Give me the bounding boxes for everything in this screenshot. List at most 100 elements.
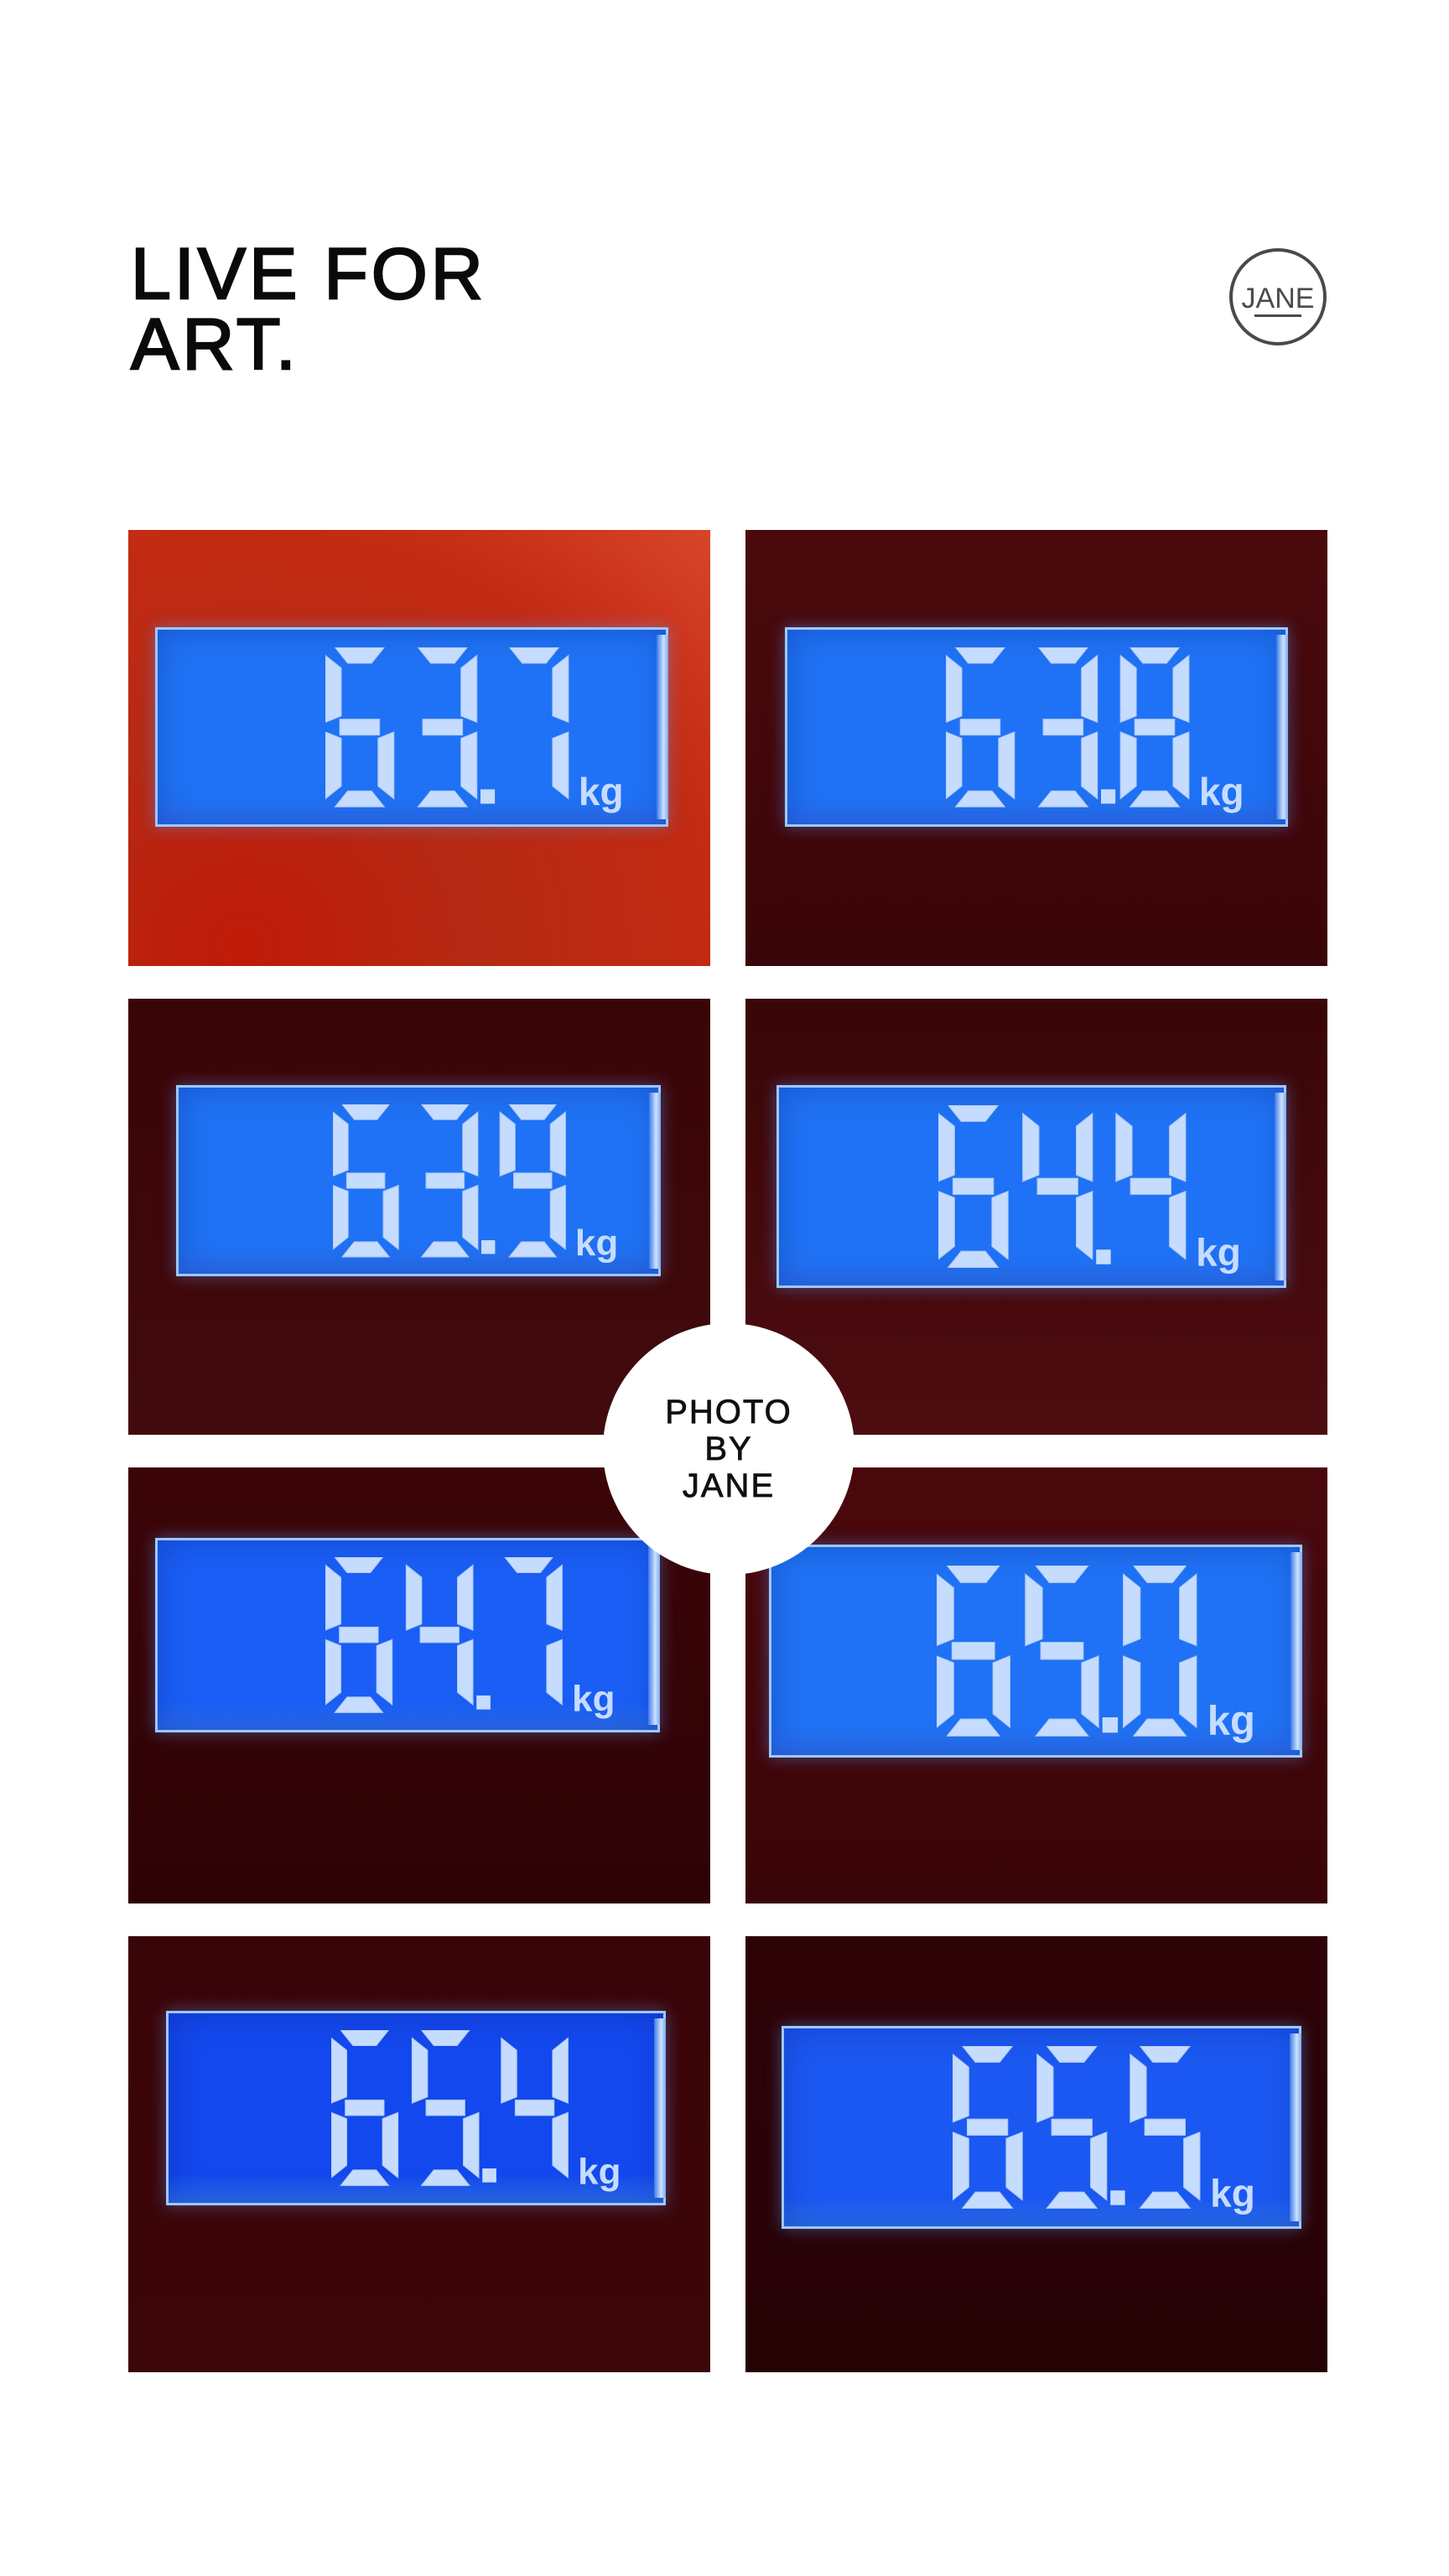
lcd-segment — [331, 2037, 348, 2104]
lcd-segment — [1114, 1112, 1133, 1182]
scale-photo-4: kg — [745, 999, 1327, 1435]
weight-readout: kg — [937, 1105, 1240, 1275]
scale-display: kg — [176, 1085, 661, 1276]
lcd-segment — [1089, 2132, 1108, 2202]
display-edge — [657, 635, 668, 819]
lcd-segment — [325, 1639, 342, 1706]
lcd-segment — [460, 730, 478, 800]
lcd-segment — [339, 718, 380, 736]
decimal-point — [482, 2168, 497, 2183]
lcd-segment — [340, 2030, 390, 2047]
lcd-segment — [501, 2037, 518, 2105]
lcd-digit — [405, 1564, 474, 1706]
lcd-segment — [952, 2132, 969, 2201]
lcd-segment — [549, 1111, 566, 1177]
unit-label: kg — [579, 770, 624, 813]
lcd-segment — [1171, 654, 1189, 724]
lcd-segment — [334, 647, 385, 664]
lcd-segment — [1036, 790, 1088, 808]
lcd-segment — [951, 1642, 995, 1660]
lcd-segment — [340, 1241, 391, 1258]
lcd-segment — [508, 1104, 557, 1120]
lcd-segment — [1042, 718, 1083, 736]
scale-display: kg — [166, 2011, 666, 2205]
weight-readout: kg — [325, 647, 624, 813]
lcd-segment — [952, 2054, 969, 2123]
display-edge — [649, 1093, 661, 1269]
lcd-digit — [945, 647, 1015, 808]
badge-line-1: PHOTO — [665, 1394, 792, 1431]
lcd-segment — [332, 1184, 349, 1250]
lcd-segment — [382, 2111, 399, 2179]
lcd-segment — [334, 790, 386, 808]
lcd-segment — [546, 1639, 563, 1706]
weight-readout: kg — [325, 1557, 615, 1720]
unit-label: kg — [1198, 770, 1244, 813]
lcd-segment — [332, 1111, 349, 1177]
display-edge — [1290, 2033, 1301, 2221]
lcd-segment — [1130, 1177, 1171, 1196]
lcd-segment — [515, 2100, 555, 2116]
logo-underline — [1254, 314, 1301, 317]
lcd-segment — [945, 731, 963, 800]
lcd-segment — [504, 1557, 553, 1574]
badge-line-3: JANE — [682, 1467, 776, 1505]
decimal-point — [480, 1239, 496, 1254]
unit-label: kg — [1210, 2172, 1255, 2215]
page-title: LIVE FOR ART. — [130, 237, 486, 382]
lcd-segment — [1119, 730, 1137, 800]
display-edge — [1291, 1552, 1302, 1750]
scale-photo-2: kg — [745, 530, 1327, 966]
lcd-segment — [1036, 1177, 1078, 1196]
lcd-digit — [1122, 1566, 1197, 1737]
lcd-segment — [1132, 1718, 1187, 1737]
lcd-segment — [376, 1639, 393, 1706]
lcd-segment — [417, 647, 468, 664]
lcd-segment — [1168, 1191, 1187, 1261]
lcd-segment — [419, 1627, 460, 1644]
scale-photo-1: kg — [128, 530, 710, 966]
lcd-segment — [546, 1564, 563, 1632]
lcd-segment — [1144, 2118, 1186, 2137]
decimal-point — [1100, 789, 1115, 804]
lcd-segment — [1035, 1566, 1089, 1584]
lcd-segment — [1046, 2191, 1098, 2210]
scale-display: kg — [776, 1085, 1286, 1288]
lcd-digit — [501, 2037, 569, 2179]
weight-readout: kg — [945, 647, 1244, 813]
lcd-segment — [552, 2111, 569, 2179]
lcd-segment — [947, 1250, 1000, 1269]
lcd-segment — [946, 1718, 1001, 1737]
unit-label: kg — [1208, 1699, 1255, 1744]
lcd-digit — [1036, 647, 1098, 808]
lcd-segment — [937, 1113, 955, 1182]
unit-label: kg — [575, 1223, 618, 1264]
lcd-segment — [1168, 1112, 1187, 1182]
lcd-segment — [954, 647, 1005, 664]
lcd-segment — [340, 2169, 390, 2187]
lcd-segment — [552, 2037, 569, 2105]
lcd-segment — [947, 1105, 999, 1123]
scale-display: kg — [782, 2026, 1301, 2229]
lcd-segment — [1171, 730, 1189, 800]
lcd-segment — [1129, 790, 1181, 808]
lcd-segment — [1034, 1718, 1089, 1737]
lcd-segment — [1025, 1573, 1043, 1647]
lcd-segment — [1122, 1573, 1141, 1647]
lcd-segment — [1037, 647, 1088, 664]
lcd-segment — [1119, 654, 1137, 724]
lcd-segment — [425, 2100, 466, 2116]
lcd-segment — [508, 647, 559, 664]
lcd-segment — [959, 718, 1000, 736]
lcd-segment — [382, 1184, 399, 1250]
lcd-digit — [412, 2030, 480, 2187]
weight-readout: kg — [952, 2046, 1255, 2215]
scale-photo-5: kg — [128, 1467, 710, 1903]
lcd-segment — [1130, 2053, 1147, 2123]
lcd-digit — [1119, 647, 1189, 808]
lcd-segment — [1021, 1112, 1040, 1182]
lcd-segment — [1075, 1112, 1093, 1182]
lcd-segment — [1122, 1655, 1141, 1729]
lcd-segment — [339, 1627, 379, 1644]
lcd-segment — [420, 1241, 470, 1258]
